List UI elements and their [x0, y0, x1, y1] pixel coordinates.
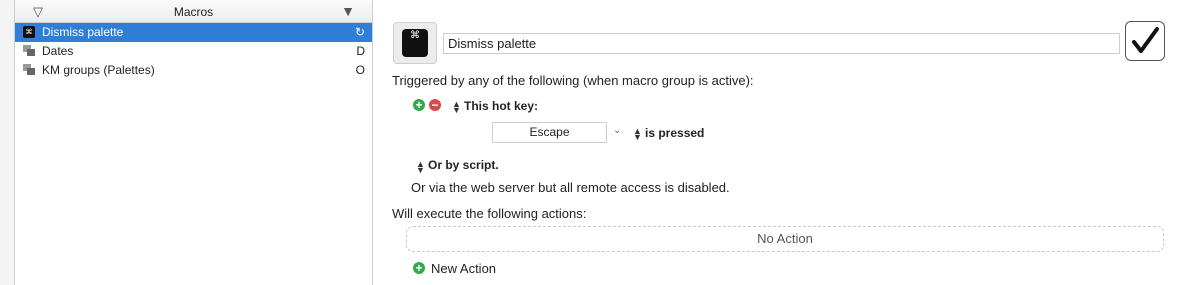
add-trigger-button[interactable]: + [413, 99, 425, 111]
command-key-icon: ⌘ [23, 26, 35, 38]
macro-name-field[interactable]: Dismiss palette [443, 33, 1120, 54]
hotkey-letter: O [355, 63, 365, 77]
macro-group-icon [23, 64, 35, 75]
or-by-script-select[interactable]: Or by script. [428, 158, 499, 172]
command-key-icon: ⌘ [402, 29, 428, 57]
chevron-down-icon[interactable]: ⌄ [613, 125, 621, 136]
updown-arrows-icon[interactable]: ▲ ▼ [633, 127, 642, 142]
is-pressed-select[interactable]: is pressed [645, 126, 704, 140]
hotkey-letter: D [356, 44, 365, 58]
will-execute-text: Will execute the following actions: [392, 206, 587, 221]
checkmark-icon [1132, 27, 1159, 53]
refresh-icon: ↻ [354, 25, 365, 39]
no-action-placeholder: No Action [406, 226, 1164, 252]
enabled-checkbox[interactable] [1125, 21, 1165, 61]
hotkey-field[interactable]: Escape [492, 122, 607, 143]
macro-icon-well[interactable]: ⌘ [393, 22, 437, 64]
macro-item-dismiss-palette[interactable]: ⌘ Dismiss palette ↻ [15, 23, 372, 42]
macro-item-label: Dates [42, 44, 74, 58]
updown-arrows-icon[interactable]: ▲ ▼ [452, 100, 461, 115]
new-action-button[interactable]: New Action [431, 261, 496, 276]
macros-header: ▽ Macros ▼ [15, 0, 372, 23]
new-action-plus-icon[interactable]: + [413, 262, 425, 274]
sort-triangle-icon[interactable]: ▼ [341, 3, 355, 19]
left-gutter [0, 0, 15, 285]
macro-editor: ⌘ Dismiss palette Triggered by any of th… [373, 0, 1184, 285]
macros-panel: ▽ Macros ▼ ⌘ Dismiss palette ↻ Dates D K… [15, 0, 373, 285]
macro-group-icon [23, 45, 35, 56]
macros-header-title: Macros [173, 5, 214, 19]
remove-trigger-button[interactable]: − [429, 99, 441, 111]
hotkey-label: This hot key: [464, 99, 539, 113]
macro-item-label: Dismiss palette [42, 25, 124, 39]
svg-text:⌘: ⌘ [26, 28, 33, 36]
macro-item-label: KM groups (Palettes) [42, 63, 155, 77]
macro-item-dates[interactable]: Dates D [15, 42, 372, 61]
web-server-text: Or via the web server but all remote acc… [411, 180, 730, 195]
triggered-by-text: Triggered by any of the following (when … [392, 73, 754, 88]
updown-arrows-icon[interactable]: ▲ ▼ [416, 160, 425, 175]
macro-item-km-groups[interactable]: KM groups (Palettes) O [15, 61, 372, 80]
